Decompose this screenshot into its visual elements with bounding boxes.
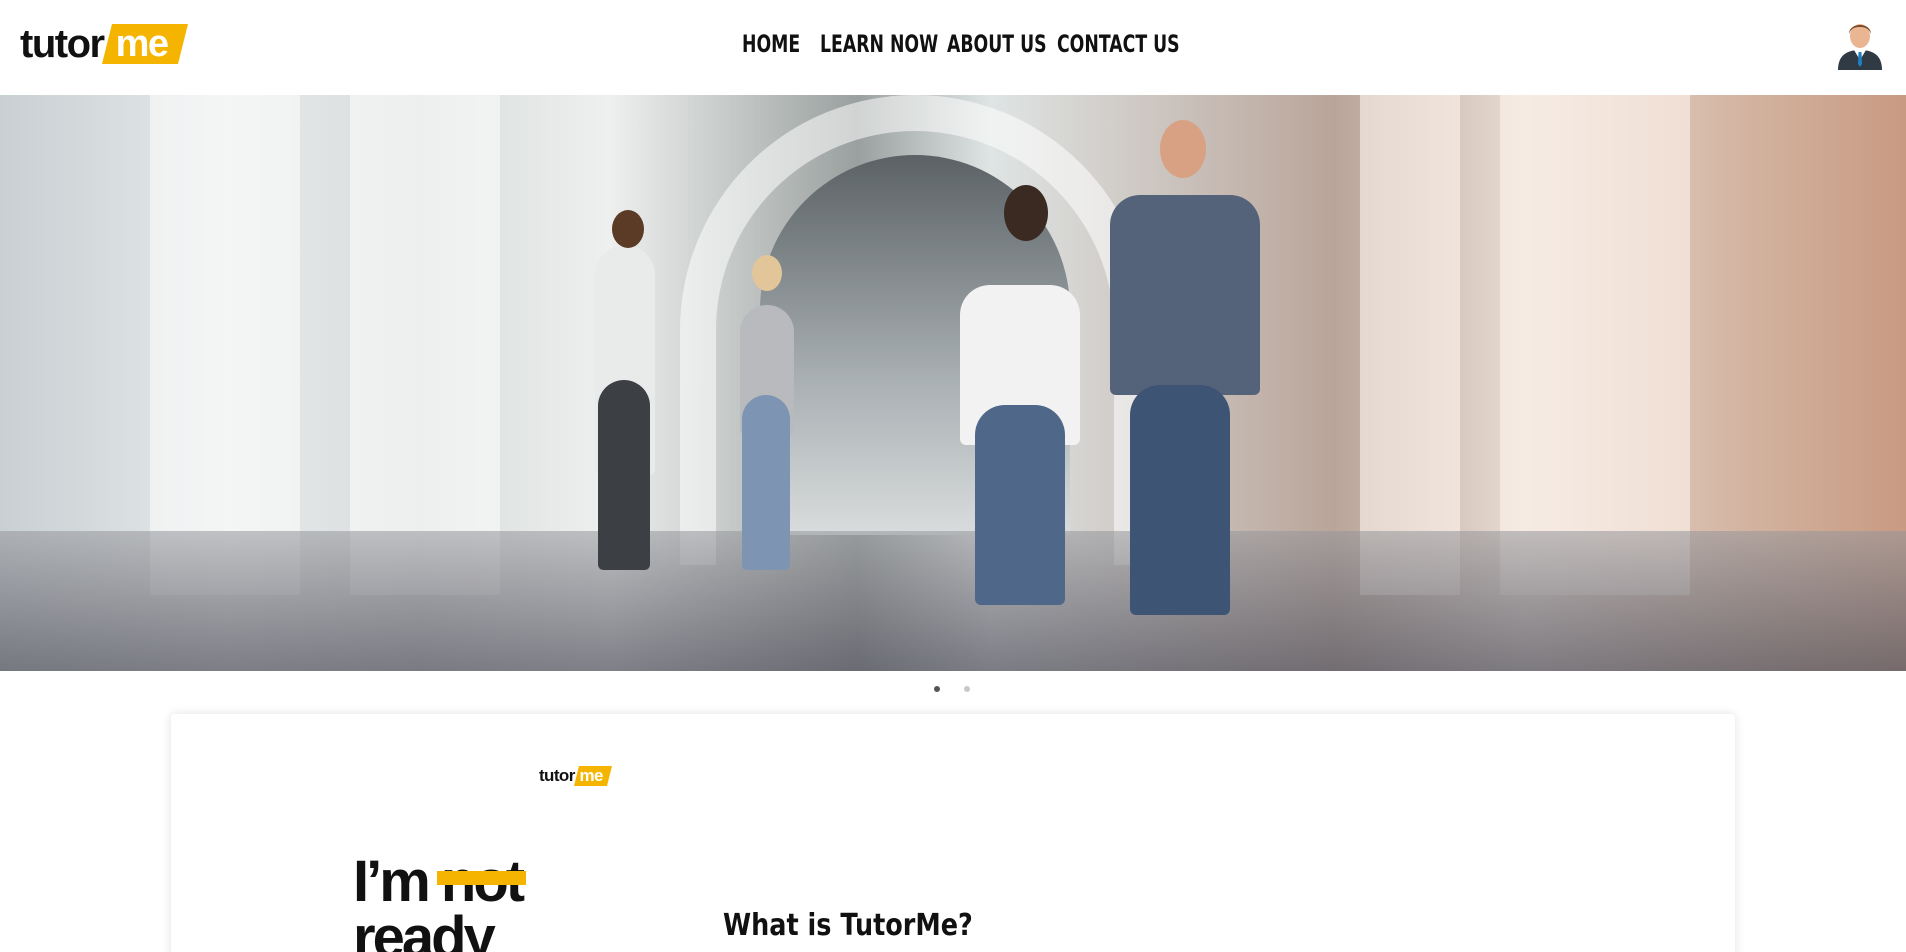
logo-accent-text: me bbox=[115, 23, 169, 65]
nav-item-contact-us[interactable]: CONTACT US bbox=[1057, 30, 1180, 58]
site-header: tutor me HOME LEARN NOW ABOUT US CONTACT… bbox=[0, 0, 1906, 95]
intro-card: tutor me I’m not ready What is TutorMe? bbox=[171, 714, 1735, 952]
hero-person bbox=[598, 380, 650, 570]
main-nav: HOME LEARN NOW ABOUT US CONTACT US bbox=[742, 30, 1180, 58]
slogan-strike-word: not bbox=[440, 849, 525, 914]
hero-person-head bbox=[1160, 120, 1206, 178]
hero-pillar bbox=[350, 95, 500, 595]
slogan-part2: ready bbox=[353, 905, 496, 952]
hero-person-head bbox=[752, 255, 782, 291]
slogan-heading: I’m not ready bbox=[353, 853, 525, 952]
card-logo-accent-badge: me bbox=[573, 766, 612, 786]
carousel-dot-active[interactable] bbox=[934, 686, 940, 692]
card-tutorme-logo: tutor me bbox=[539, 766, 612, 786]
hero-person-head bbox=[612, 210, 644, 248]
logo-text: tutor bbox=[20, 22, 105, 66]
nav-item-about-us[interactable]: ABOUT US bbox=[947, 30, 1047, 58]
hero-person-head bbox=[1004, 185, 1048, 241]
tutorme-logo[interactable]: tutor me bbox=[20, 22, 188, 66]
hero-person bbox=[975, 405, 1065, 605]
hero-person bbox=[1130, 385, 1230, 615]
nav-item-learn-now[interactable]: LEARN NOW bbox=[820, 30, 938, 58]
hero-pillar bbox=[1360, 95, 1460, 595]
what-is-tutorme-heading: What is TutorMe? bbox=[723, 908, 973, 943]
hero-person bbox=[742, 395, 790, 570]
card-logo-text: tutor bbox=[539, 766, 575, 785]
carousel-dot[interactable] bbox=[964, 686, 970, 692]
hero-person bbox=[1110, 195, 1260, 395]
nav-item-home[interactable]: HOME bbox=[742, 30, 800, 58]
logo-accent-badge: me bbox=[101, 23, 188, 65]
hero-floor bbox=[0, 531, 1906, 671]
hero-pillar bbox=[150, 95, 300, 595]
hero-banner-image bbox=[0, 95, 1906, 671]
carousel-indicators bbox=[934, 686, 970, 692]
user-avatar-icon[interactable] bbox=[1836, 16, 1884, 70]
hero-pillar bbox=[1500, 95, 1690, 595]
card-logo-accent-text: me bbox=[579, 766, 604, 785]
